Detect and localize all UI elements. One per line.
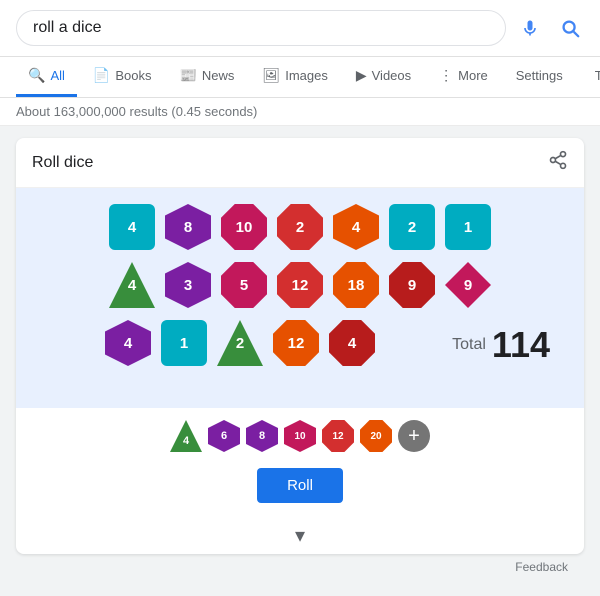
- chevron-down-icon[interactable]: ▾: [295, 523, 305, 548]
- videos-icon: ▶: [356, 67, 367, 84]
- die-3-3[interactable]: 2: [217, 320, 263, 366]
- roll-button[interactable]: Roll: [257, 468, 343, 503]
- die-3-5[interactable]: 4: [329, 320, 375, 366]
- dice-card-title: Roll dice: [32, 154, 93, 172]
- tab-tools[interactable]: Tools: [583, 58, 600, 96]
- dice-row-1: 4 8 10 2 4 2 1: [36, 204, 564, 250]
- nav-tabs: 🔍 All 📄 Books 📰 News 🖼 Images ▶ Videos ⋮…: [0, 57, 600, 98]
- die-2-4[interactable]: 12: [277, 262, 323, 308]
- chevron-container: ▾: [16, 517, 584, 554]
- die-option-10[interactable]: 10: [284, 420, 316, 452]
- all-icon: 🔍: [28, 67, 45, 84]
- books-icon: 📄: [93, 67, 110, 84]
- die-3-1[interactable]: 4: [105, 320, 151, 366]
- search-input[interactable]: [16, 10, 506, 46]
- die-option-4[interactable]: 4: [170, 420, 202, 452]
- total-label: Total: [452, 336, 486, 354]
- dice-play-area: 4 8 10 2 4 2 1 4 3 5: [16, 188, 584, 408]
- feedback-link[interactable]: Feedback: [515, 560, 568, 574]
- tab-settings[interactable]: Settings: [504, 58, 575, 96]
- search-bar: [0, 0, 600, 57]
- tab-all[interactable]: 🔍 All: [16, 57, 77, 97]
- die-2-5[interactable]: 18: [333, 262, 379, 308]
- die-2-7[interactable]: 9: [445, 262, 491, 308]
- news-icon: 📰: [179, 67, 196, 84]
- die-option-20[interactable]: 20: [360, 420, 392, 452]
- share-icon[interactable]: [548, 150, 568, 175]
- dice-selector: 4 6 8 10 12 20 +: [16, 408, 584, 460]
- dice-card: Roll dice 4 8 10: [16, 138, 584, 554]
- results-info: About 163,000,000 results (0.45 seconds): [0, 98, 600, 126]
- dice-card-header: Roll dice: [16, 138, 584, 188]
- roll-button-container: Roll: [16, 460, 584, 517]
- dice-row-3: 4 1 2 12 4: [46, 320, 434, 366]
- tab-books[interactable]: 📄 Books: [81, 57, 164, 97]
- die-1-5[interactable]: 4: [333, 204, 379, 250]
- search-button[interactable]: [556, 14, 584, 42]
- die-3-4[interactable]: 12: [273, 320, 319, 366]
- die-3-2[interactable]: 1: [161, 320, 207, 366]
- die-option-12[interactable]: 12: [322, 420, 354, 452]
- total-area: Total 114: [434, 324, 554, 366]
- die-1-6[interactable]: 2: [389, 204, 435, 250]
- total-value: 114: [492, 324, 550, 366]
- die-1-1[interactable]: 4: [109, 204, 155, 250]
- feedback-area: Feedback: [16, 554, 584, 578]
- die-1-3[interactable]: 10: [221, 204, 267, 250]
- die-option-8[interactable]: 8: [246, 420, 278, 452]
- die-1-4[interactable]: 2: [277, 204, 323, 250]
- die-1-7[interactable]: 1: [445, 204, 491, 250]
- more-icon: ⋮: [439, 67, 453, 84]
- nav-right: Settings Tools: [504, 58, 600, 96]
- die-2-1[interactable]: 4: [109, 262, 155, 308]
- die-2-3[interactable]: 5: [221, 262, 267, 308]
- tab-news[interactable]: 📰 News: [167, 57, 246, 97]
- images-icon: 🖼: [262, 67, 280, 84]
- die-2-2[interactable]: 3: [165, 262, 211, 308]
- die-1-2[interactable]: 8: [165, 204, 211, 250]
- dice-row-2: 4 3 5 12 18 9 9: [36, 262, 564, 308]
- tab-images[interactable]: 🖼 Images: [250, 57, 339, 97]
- die-option-6[interactable]: 6: [208, 420, 240, 452]
- die-option-add[interactable]: +: [398, 420, 430, 452]
- main-content: Roll dice 4 8 10: [0, 126, 600, 590]
- tab-more[interactable]: ⋮ More: [427, 57, 500, 97]
- microphone-icon[interactable]: [516, 14, 544, 42]
- die-2-6[interactable]: 9: [389, 262, 435, 308]
- tab-videos[interactable]: ▶ Videos: [344, 57, 423, 97]
